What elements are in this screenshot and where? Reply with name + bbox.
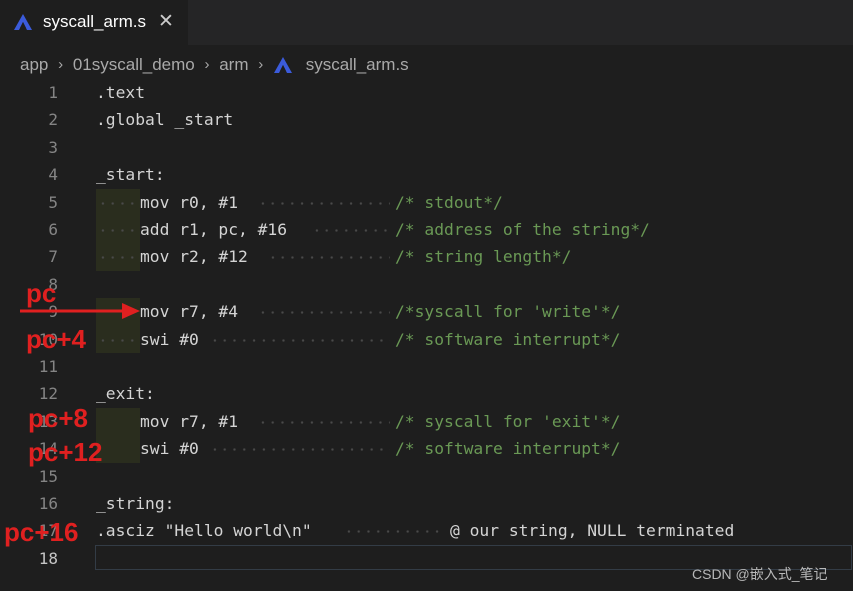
code-text: swi #0 (140, 439, 199, 459)
close-icon[interactable]: ✕ (158, 11, 174, 33)
line-number: 7 (48, 247, 58, 267)
code-comment: /* syscall for 'exit'*/ (395, 411, 621, 431)
code-text: mov r2, #12 (140, 247, 248, 267)
whitespace-dots (98, 201, 138, 205)
breadcrumb-item-demo[interactable]: 01syscall_demo (73, 53, 195, 77)
whitespace-dots (268, 256, 390, 260)
code-text: mov r0, #1 (140, 192, 239, 212)
code-line[interactable]: 11 (0, 353, 853, 380)
code-text: .text (96, 83, 146, 102)
code-text: add r1, pc, #16 (140, 220, 288, 239)
tab-title: syscall_arm.s (43, 12, 146, 31)
code-line[interactable]: 15 (0, 463, 853, 490)
code-text: swi #0 (140, 329, 199, 349)
whitespace-dots (258, 201, 390, 205)
whitespace-dots (210, 448, 390, 452)
annotation-pc-plus-4: pc+4 (26, 324, 86, 354)
code-line[interactable]: 4 _start: (0, 161, 853, 188)
code-line[interactable]: 2 .global _start (0, 106, 853, 133)
code-line[interactable]: 5 mov r0, #1 /* stdout*/ (0, 188, 853, 216)
code-comment: /* stdout*/ (395, 192, 503, 212)
code-comment: /* string length*/ (395, 247, 572, 267)
line-number: 4 (48, 165, 58, 185)
breadcrumb-item-arm[interactable]: arm (219, 53, 248, 77)
code-text: .asciz "Hello world\n" (96, 521, 312, 541)
arm-assembly-icon (273, 56, 292, 73)
whitespace-dots (98, 338, 138, 342)
line-number: 3 (48, 137, 58, 157)
code-line[interactable]: 1 .text (0, 79, 853, 106)
code-text: _start: (96, 165, 165, 185)
arm-assembly-icon (14, 14, 32, 30)
code-comment: /*syscall for 'write'*/ (395, 302, 621, 322)
whitespace-dots (98, 256, 138, 260)
annotation-pc: pc (26, 278, 57, 308)
code-comment: /* address of the string*/ (395, 220, 650, 239)
code-line[interactable]: 13 mov r7, #1 /* syscall for 'exit'*/ (0, 407, 853, 436)
code-text: .global _start (96, 110, 234, 130)
code-line[interactable]: 14 swi #0 /* software interrupt*/ (0, 435, 853, 463)
line-number: 5 (48, 192, 58, 212)
code-text: mov r7, #1 (140, 411, 239, 431)
code-line[interactable]: 10 swi #0 /* software interrupt*/ (0, 325, 853, 353)
code-line[interactable]: 12 _exit: (0, 380, 853, 407)
code-line[interactable]: 16 _string: (0, 490, 853, 517)
code-text: _string: (96, 494, 175, 513)
line-number: 11 (38, 357, 58, 376)
indent-guide (96, 407, 140, 436)
code-editor[interactable]: 1 .text 2 .global _start 3 4 _start: 5 m… (0, 79, 853, 591)
annotation-pc-plus-8: pc+8 (28, 403, 88, 433)
code-comment: /* software interrupt*/ (395, 329, 621, 349)
code-comment: @ our string, NULL terminated (450, 521, 735, 541)
whitespace-dots (210, 338, 390, 342)
code-text: mov r7, #4 (140, 302, 239, 322)
whitespace-dots (98, 229, 138, 232)
chevron-right-icon: › (258, 55, 264, 73)
chevron-right-icon: › (58, 55, 64, 73)
indent-guide (96, 435, 140, 463)
watermark: CSDN @嵌入式_笔记 (692, 566, 828, 582)
whitespace-dots (312, 229, 390, 232)
code-line[interactable]: 17 .asciz "Hello world\n" @ our string, … (0, 517, 853, 544)
code-comment: /* software interrupt*/ (395, 439, 621, 459)
line-number: 6 (48, 220, 58, 239)
code-line[interactable]: 3 (0, 134, 853, 161)
line-number: 1 (48, 83, 58, 102)
breadcrumb: app › 01syscall_demo › arm › syscall_arm… (20, 52, 409, 76)
breadcrumb-item-file[interactable]: syscall_arm.s (306, 53, 409, 77)
breadcrumb-item-app[interactable]: app (20, 53, 48, 77)
code-line[interactable]: 7 mov r2, #12 /* string length*/ (0, 243, 853, 271)
line-number: 16 (38, 494, 58, 513)
whitespace-dots (258, 420, 390, 424)
code-line[interactable]: 8 (0, 271, 853, 298)
whitespace-dots (258, 311, 390, 315)
annotation-pc-plus-12: pc+12 (28, 437, 103, 467)
tab-bar: syscall_arm.s ✕ (0, 0, 853, 45)
whitespace-dots (344, 530, 444, 534)
chevron-right-icon: › (204, 55, 210, 73)
code-line[interactable]: 6 add r1, pc, #16 /* address of the stri… (0, 216, 853, 244)
line-number: 2 (48, 110, 58, 130)
annotation-pc-plus-16: pc+16 (4, 517, 79, 547)
code-text: _exit: (96, 384, 155, 404)
line-number: 18 (38, 548, 58, 568)
tab-syscall-arm[interactable]: syscall_arm.s ✕ (0, 0, 188, 45)
